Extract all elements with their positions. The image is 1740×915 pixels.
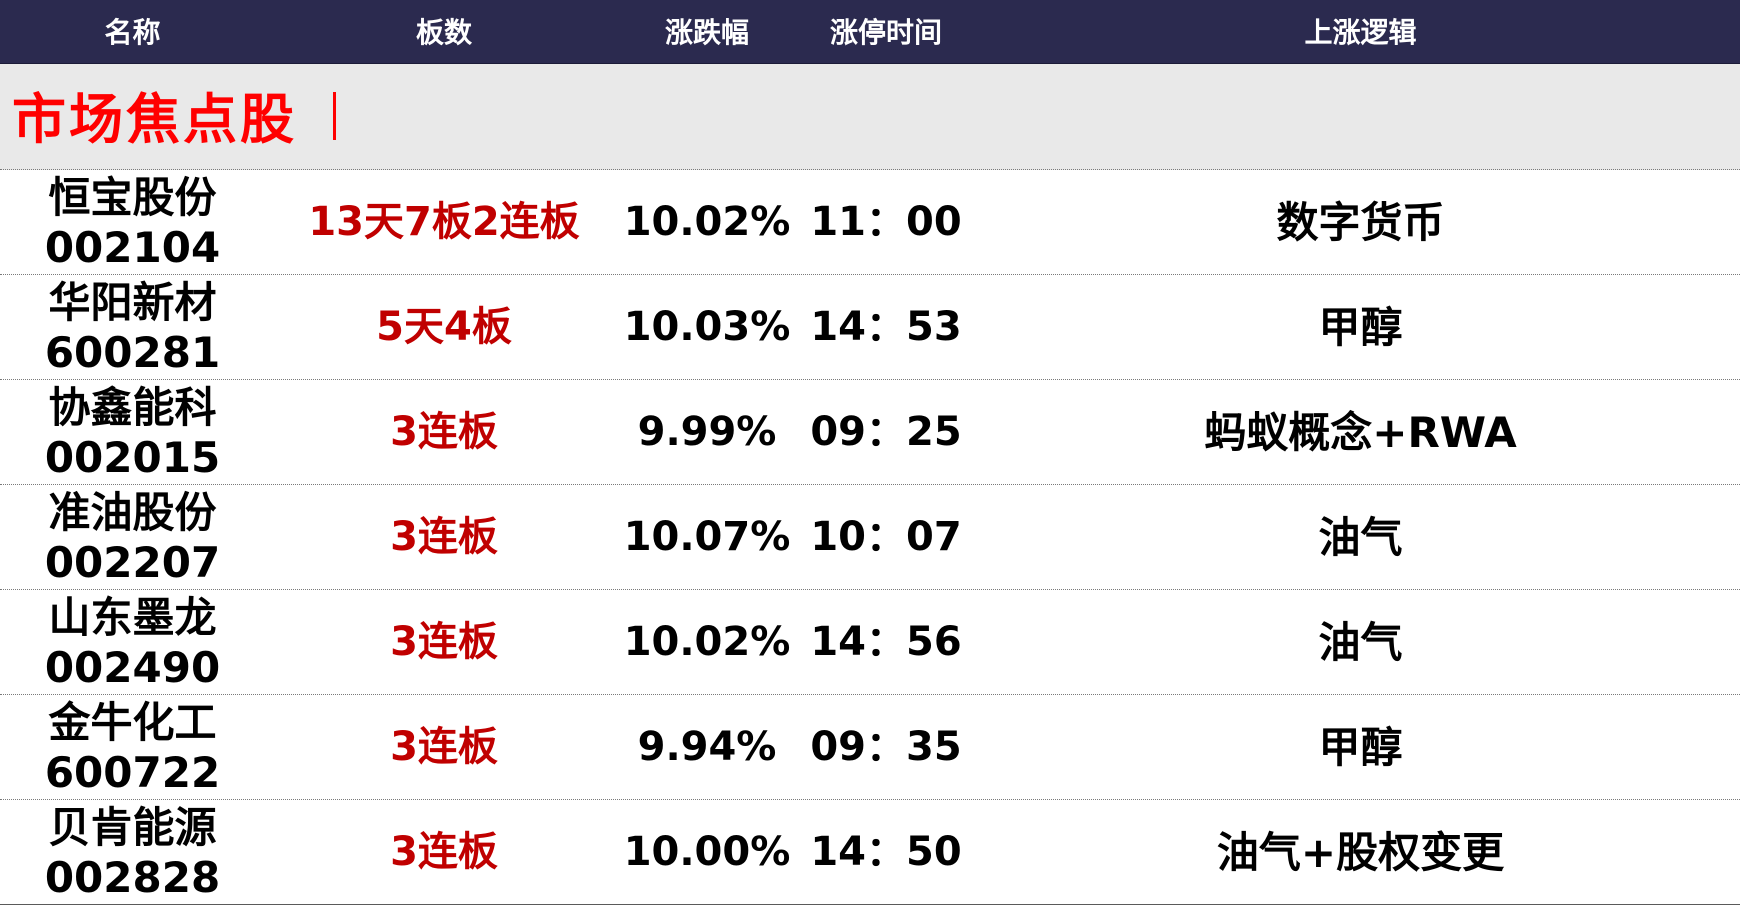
stock-name: 恒宝股份 xyxy=(48,173,217,222)
change-percent: 10.03% xyxy=(623,304,791,350)
change-percent: 10.00% xyxy=(623,829,791,875)
boards-count: 3连板 xyxy=(390,619,498,665)
header-limit-time: 涨停时间 xyxy=(829,16,942,49)
stock-name-cell: 贝肯能源 002828 xyxy=(0,800,265,905)
stock-code: 002015 xyxy=(44,433,221,482)
rise-logic: 数字货币 xyxy=(1276,198,1445,247)
limit-up-time: 14：50 xyxy=(810,829,962,875)
rise-logic: 甲醇 xyxy=(1318,303,1403,352)
change-percent: 10.07% xyxy=(623,514,791,560)
stock-name-cell: 准油股份 002207 xyxy=(0,485,265,590)
boards-count: 3连板 xyxy=(390,514,498,560)
limit-up-time: 09：25 xyxy=(810,409,962,455)
table-row: 贝肯能源 002828 3连板 10.00% 14：50 油气+股权变更 xyxy=(0,800,1740,905)
table-header: 名称 板数 涨跌幅 涨停时间 上涨逻辑 xyxy=(0,0,1740,64)
section-banner: 市场焦点股 xyxy=(0,64,1740,170)
change-percent: 10.02% xyxy=(623,619,791,665)
limit-up-time: 09：35 xyxy=(810,724,962,770)
rise-logic: 蚂蚁概念+RWA xyxy=(1204,408,1517,457)
stock-name-cell: 金牛化工 600722 xyxy=(0,695,265,800)
stock-code: 002207 xyxy=(44,538,221,587)
table-row: 山东墨龙 002490 3连板 10.02% 14：56 油气 xyxy=(0,590,1740,695)
stock-table: 名称 板数 涨跌幅 涨停时间 上涨逻辑 市场焦点股 恒宝股份 002104 13… xyxy=(0,0,1740,915)
header-logic: 上涨逻辑 xyxy=(1304,16,1417,49)
stock-code: 002104 xyxy=(44,223,221,272)
stock-name-cell: 恒宝股份 002104 xyxy=(0,170,265,275)
boards-count: 3连板 xyxy=(390,829,498,875)
limit-up-time: 11：00 xyxy=(810,199,962,245)
change-percent: 9.99% xyxy=(637,409,777,455)
stock-code: 600281 xyxy=(44,328,221,377)
boards-count: 13天7板2连板 xyxy=(308,199,580,245)
stock-name-cell: 华阳新材 600281 xyxy=(0,275,265,380)
section-title: 市场焦点股 xyxy=(12,87,297,151)
stock-name: 贝肯能源 xyxy=(48,803,217,852)
rise-logic: 油气+股权变更 xyxy=(1216,828,1505,877)
stock-name: 华阳新材 xyxy=(48,278,217,327)
table-row: 准油股份 002207 3连板 10.07% 10：07 油气 xyxy=(0,485,1740,590)
header-name: 名称 xyxy=(104,16,161,49)
header-change: 涨跌幅 xyxy=(664,16,749,49)
stock-name: 协鑫能科 xyxy=(48,383,217,432)
table-body: 恒宝股份 002104 13天7板2连板 10.02% 11：00 数字货币 华… xyxy=(0,170,1740,905)
stock-code: 600722 xyxy=(44,748,221,797)
limit-up-time: 14：56 xyxy=(810,619,962,665)
rise-logic: 油气 xyxy=(1318,513,1403,562)
section-divider-bar xyxy=(333,92,336,140)
boards-count: 3连板 xyxy=(390,724,498,770)
stock-name-cell: 协鑫能科 002015 xyxy=(0,380,265,485)
change-percent: 10.02% xyxy=(623,199,791,245)
limit-up-time: 10：07 xyxy=(810,514,962,560)
rise-logic: 甲醇 xyxy=(1318,723,1403,772)
table-row: 华阳新材 600281 5天4板 10.03% 14：53 甲醇 xyxy=(0,275,1740,380)
table-row: 金牛化工 600722 3连板 9.94% 09：35 甲醇 xyxy=(0,695,1740,800)
table-row: 协鑫能科 002015 3连板 9.99% 09：25 蚂蚁概念+RWA xyxy=(0,380,1740,485)
stock-code: 002490 xyxy=(44,643,221,692)
change-percent: 9.94% xyxy=(637,724,777,770)
stock-name: 准油股份 xyxy=(48,488,217,537)
table-row: 恒宝股份 002104 13天7板2连板 10.02% 11：00 数字货币 xyxy=(0,170,1740,275)
stock-name-cell: 山东墨龙 002490 xyxy=(0,590,265,695)
stock-code: 002828 xyxy=(44,853,221,902)
boards-count: 3连板 xyxy=(390,409,498,455)
stock-name: 金牛化工 xyxy=(48,698,217,747)
stock-name: 山东墨龙 xyxy=(48,593,217,642)
boards-count: 5天4板 xyxy=(376,304,512,350)
rise-logic: 油气 xyxy=(1318,618,1403,667)
limit-up-time: 14：53 xyxy=(810,304,962,350)
header-boards: 板数 xyxy=(415,16,472,49)
